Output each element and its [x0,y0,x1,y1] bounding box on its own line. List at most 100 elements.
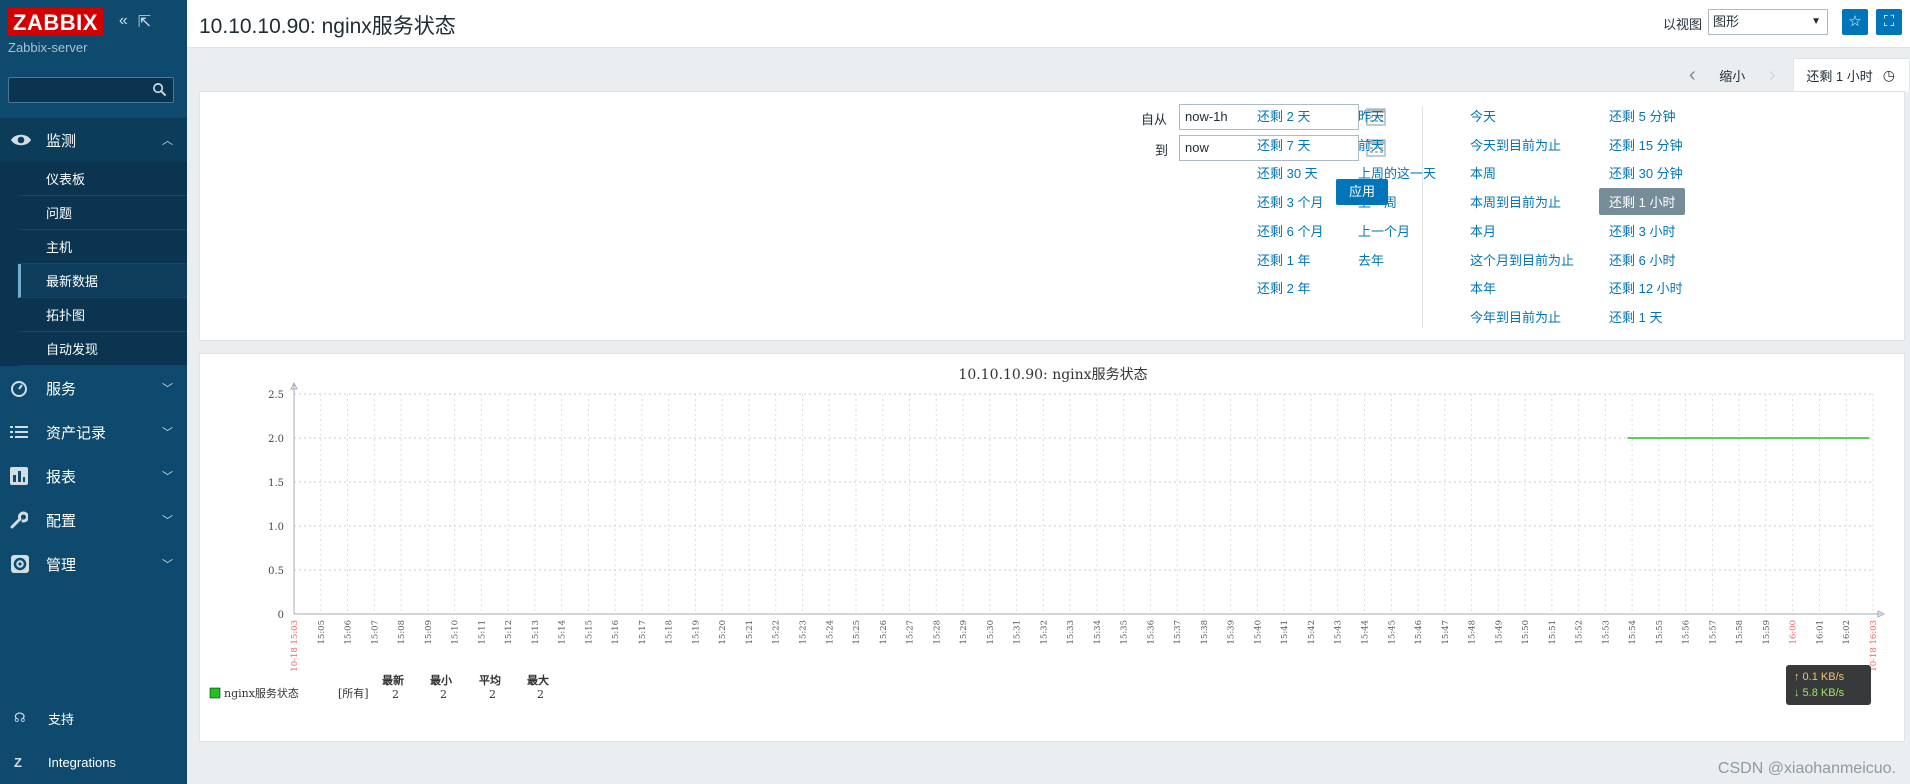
zabbix-logo[interactable]: ZABBIX [8,8,103,36]
collapse-sidebar-icon[interactable]: « [119,12,128,32]
submenu-maps[interactable]: 拓扑图 [18,298,187,332]
view-select[interactable]: 图形 ▼ [1708,9,1828,35]
quick-range-link[interactable]: 今天到目前为止 [1470,135,1561,154]
menu-reports[interactable]: 报表 ﹀ [0,454,187,498]
menu-services[interactable]: 服务 ﹀ [0,366,187,410]
x-tick-label: 15:59 [1762,620,1772,645]
quick-range-link[interactable]: 还剩 6 小时 [1609,250,1675,269]
x-tick-label: 15:32 [1039,620,1049,645]
x-tick-label: 15:21 [745,620,755,645]
time-next-icon[interactable]: › [1757,64,1787,87]
gear-icon [10,554,36,574]
x-tick-label: 15:35 [1120,620,1130,645]
integrations-link[interactable]: Z Integrations [0,740,187,784]
integrations-label: Integrations [48,754,116,770]
x-tick-label: 15:13 [531,620,541,645]
quick-range-link[interactable]: 还剩 30 天 [1257,163,1318,182]
legend-header: 平均 [479,673,501,687]
quick-range-link[interactable]: 还剩 3 个月 [1257,192,1323,211]
y-tick-label: 1.5 [268,478,284,489]
quick-range-link[interactable]: 还剩 7 天 [1257,135,1310,154]
quick-range-link[interactable]: 还剩 2 天 [1257,106,1310,125]
page-header: 10.10.10.90: nginx服务状态 以视图 图形 ▼ ☆ ⛶ [187,0,1910,48]
quick-range-link[interactable]: 还剩 6 个月 [1257,221,1323,240]
quick-range-link[interactable]: 去年 [1358,250,1384,269]
menu-monitoring[interactable]: 监测 ︿ [0,118,187,162]
legend-series-name: nginx服务状态 [224,686,299,700]
x-tick-label: 15:54 [1628,620,1638,645]
quick-range-link[interactable]: 今天 [1470,106,1496,125]
submenu-dashboard[interactable]: 仪表板 [18,162,187,196]
monitoring-submenu: 仪表板 问题 主机 最新数据 拓扑图 自动发现 [0,162,187,366]
x-tick-label: 15:07 [370,620,380,645]
search-icon[interactable] [152,82,167,97]
quick-range-link[interactable]: 还剩 5 分钟 [1609,106,1675,125]
submenu-problems[interactable]: 问题 [18,196,187,230]
quick-range-link[interactable]: 本周 [1470,163,1496,182]
submenu-hosts[interactable]: 主机 [18,230,187,264]
x-tick-label: 15:19 [691,620,701,645]
search-input[interactable] [8,77,174,103]
quick-range-link[interactable]: 上一个月 [1358,221,1410,240]
quick-range-link[interactable]: 上一周 [1358,192,1397,211]
quick-range-link[interactable]: 本周到目前为止 [1470,192,1561,211]
quick-range-link[interactable]: 上周的这一天 [1358,163,1436,182]
x-tick-label: 16:01 [1815,620,1825,645]
menu-configuration[interactable]: 配置 ﹀ [0,498,187,542]
quick-range-link[interactable]: 还剩 2 年 [1257,278,1310,297]
support-label: 支持 [48,711,75,727]
x-tick-label: 15:12 [504,620,514,645]
quick-range-link[interactable]: 今年到目前为止 [1470,307,1561,326]
time-prev-icon[interactable]: ‹ [1677,64,1707,87]
menu-administration[interactable]: 管理 ﹀ [0,542,187,586]
quick-range-link[interactable]: 还剩 30 分钟 [1609,163,1683,182]
x-tick-label: 15:33 [1066,620,1076,645]
y-tick-label: 1.0 [268,522,284,533]
z-icon: Z [14,754,22,770]
quick-range-link[interactable]: 本月 [1470,221,1496,240]
fullscreen-button[interactable]: ⛶ [1876,9,1902,35]
network-speed-tooltip: ↑ 0.1 KB/s ↓ 5.8 KB/s [1786,665,1871,705]
zoom-out-button[interactable]: 缩小 [1707,66,1757,85]
quick-range-link[interactable]: 这个月到目前为止 [1470,250,1574,269]
quick-range-link[interactable]: 还剩 12 小时 [1609,278,1683,297]
x-tick-label: 15:51 [1548,620,1558,645]
x-tick-label: 10-18 16:03 [1869,620,1879,672]
x-tick-label: 15:45 [1387,620,1397,645]
x-tick-label: 15:16 [611,620,621,645]
quick-range-link[interactable]: 前天 [1358,135,1384,154]
headset-icon: ☊ [14,710,26,725]
favourite-button[interactable]: ☆ [1842,9,1868,35]
chevron-down-icon: ﹀ [162,427,173,439]
x-tick-label: 15:05 [317,620,327,645]
menu-label: 报表 [46,468,77,486]
logo-row: ZABBIX « ⇱ [0,0,187,44]
quick-range-link[interactable]: 还剩 1 小时 [1599,188,1686,216]
clock-icon [10,379,36,397]
kiosk-mode-icon[interactable]: ⇱ [138,12,151,32]
submenu-latest-data[interactable]: 最新数据 [18,264,187,298]
quick-range-link[interactable]: 昨天 [1358,106,1384,125]
x-tick-label: 15:09 [424,620,434,645]
quick-range-link[interactable]: 还剩 1 年 [1257,250,1310,269]
support-link[interactable]: ☊ 支持 [0,696,187,740]
x-tick-label: 15:47 [1441,620,1451,645]
quick-range-link[interactable]: 还剩 3 小时 [1609,221,1675,240]
nginx-status-chart: 10.10.10.90: nginx服务状态 0 0.5 1.0 1.5 2.0 2.5 10… [209,367,1886,701]
to-label: 到 [1155,143,1169,158]
quick-range-link[interactable]: 还剩 15 分钟 [1609,135,1683,154]
tab-time-range[interactable]: 还剩 1 小时 ◷ [1793,58,1910,92]
legend-value: 2 [489,688,496,701]
download-speed: ↓ 5.8 KB/s [1794,687,1845,699]
submenu-discovery[interactable]: 自动发现 [18,332,187,366]
menu-inventory[interactable]: 资产记录 ﹀ [0,410,187,454]
quick-range-link[interactable]: 本年 [1470,278,1496,297]
menu-label: 管理 [46,556,77,574]
x-tick-label: 15:25 [852,620,862,645]
x-tick-label: 15:28 [932,620,942,645]
x-tick-label: 15:39 [1227,620,1237,645]
x-tick-label: 15:34 [1093,620,1103,645]
watermark: CSDN @xiaohanmeicuo. [1717,760,1896,777]
server-name: Zabbix-server [8,40,88,55]
quick-range-link[interactable]: 还剩 1 天 [1609,307,1662,326]
